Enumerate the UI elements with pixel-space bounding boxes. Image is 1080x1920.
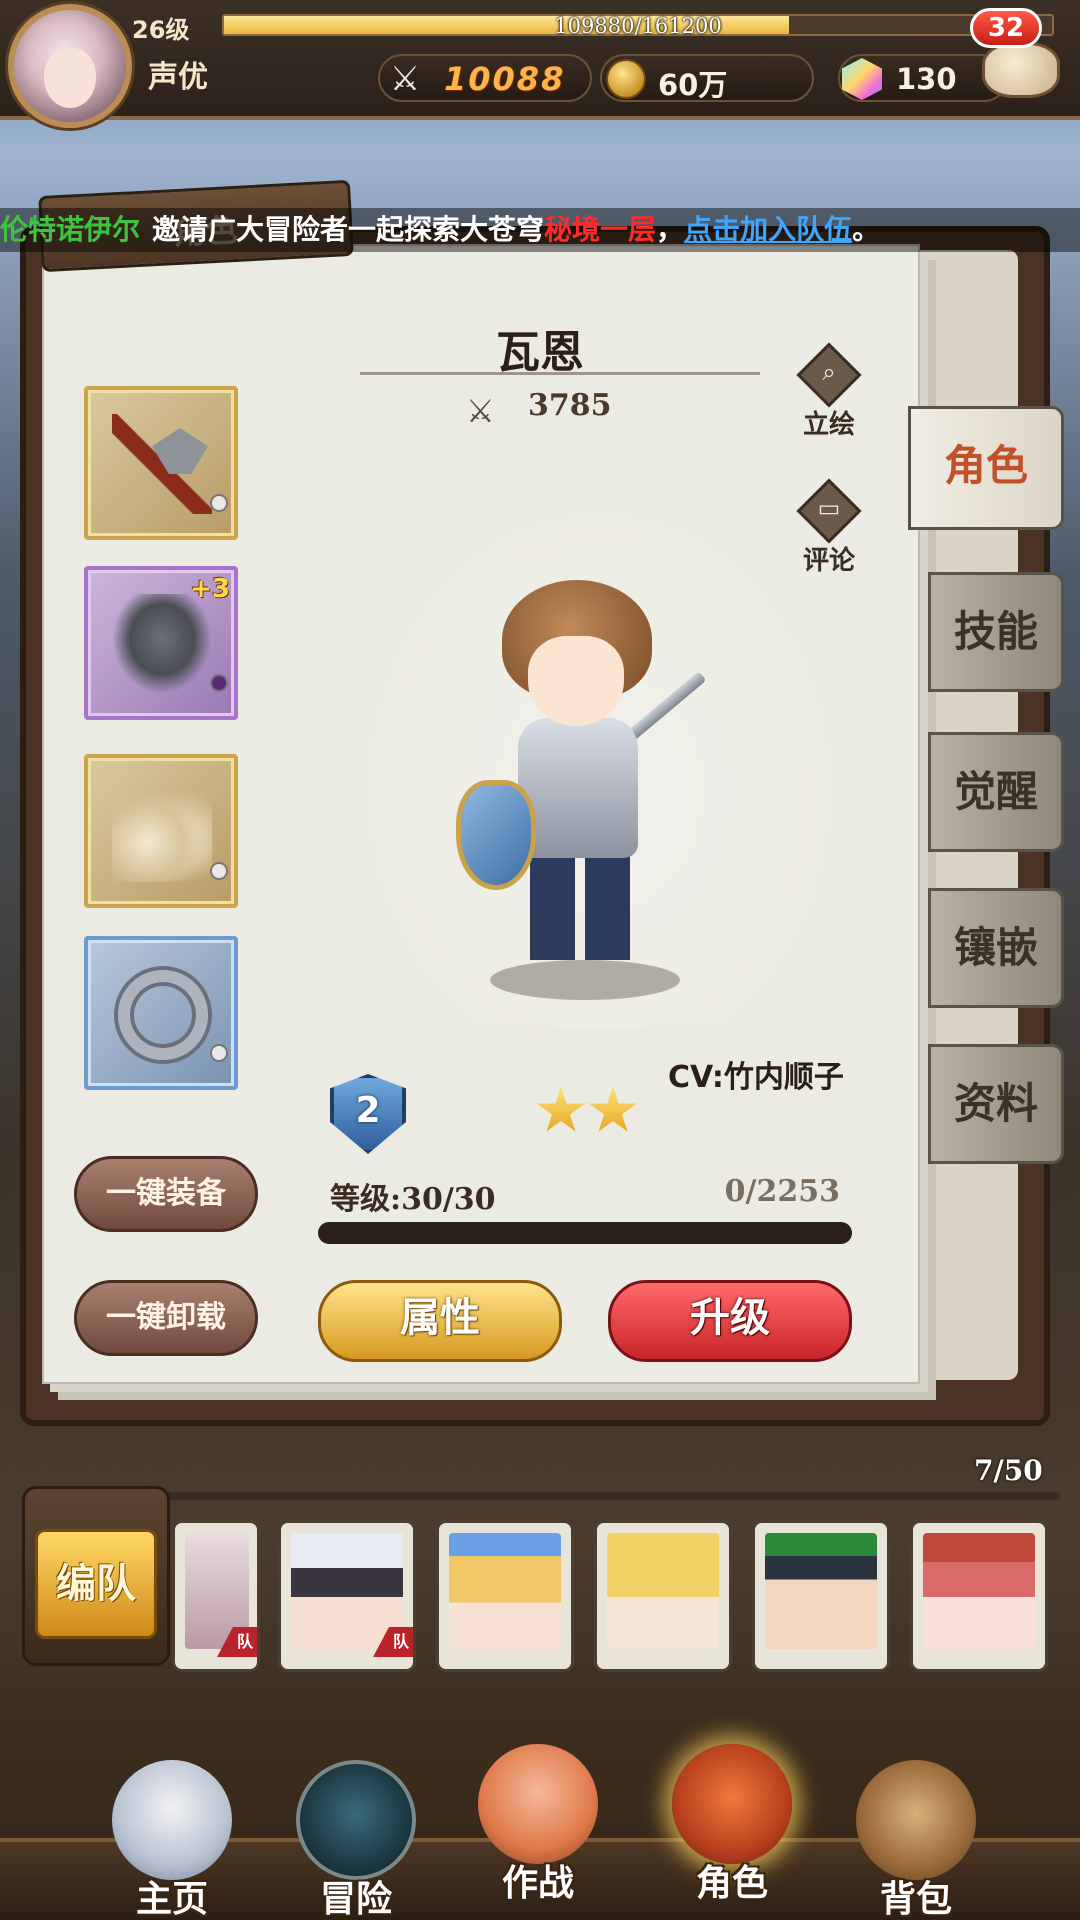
voice-actor-label: CV:竹内顺子: [668, 1060, 844, 1095]
crossed-swords-icon: ⚔: [466, 392, 495, 430]
gold-display[interactable]: 60万: [600, 54, 814, 102]
book-icon: [672, 1744, 792, 1864]
nav-battle-label: 作战: [501, 1863, 574, 1904]
boots-icon: [112, 782, 212, 882]
announcement-separator: ，: [656, 213, 685, 246]
hero-sprite[interactable]: [450, 580, 740, 1000]
hero-exp-bar: [318, 1222, 852, 1244]
portrait-button[interactable]: ⌕ 立绘: [794, 342, 864, 440]
gold-value: 60万: [658, 68, 728, 102]
nav-battle[interactable]: 作战: [458, 1744, 618, 1904]
announcement-end: 。: [852, 213, 881, 246]
hero-card[interactable]: [436, 1520, 574, 1672]
announcement-marquee: 伦特诺伊尔 邀请广大冒险者一起探索大苍穹秘境一层，点击加入队伍。: [0, 208, 1080, 252]
tab-awaken[interactable]: 觉醒: [928, 732, 1064, 852]
slot-indicator-dot: [210, 1044, 228, 1062]
backpack-icon: [856, 1760, 976, 1880]
player-avatar[interactable]: [8, 4, 132, 128]
shield-icon: [456, 780, 536, 890]
join-team-link[interactable]: 点击加入队伍: [684, 208, 852, 252]
portal-icon: [296, 1760, 416, 1880]
hero-card[interactable]: [910, 1520, 1048, 1672]
hero-shadow: [490, 960, 680, 1000]
announcement-location: 秘境一层: [544, 213, 657, 246]
hero-face: [528, 636, 624, 726]
hero-power: 3785: [528, 388, 612, 423]
magnifier-icon: ⌕: [822, 358, 836, 386]
hero-legs: [530, 850, 630, 960]
slot-indicator-dot: [210, 862, 228, 880]
crystal-icon: [842, 58, 882, 100]
nav-home-label: 主页: [135, 1879, 208, 1920]
chat-unread-badge: 32: [970, 8, 1042, 48]
battle-girl-icon: [478, 1744, 598, 1864]
nav-role[interactable]: 角色: [652, 1744, 812, 1904]
castle-icon: [112, 1760, 232, 1880]
player-name: 声优: [148, 60, 208, 95]
equipment-slot-armor[interactable]: +3: [84, 566, 238, 720]
nav-role-label: 角色: [695, 1863, 768, 1904]
power-value: 10088: [444, 60, 566, 98]
gem-value: 130: [896, 62, 957, 96]
coin-icon: [606, 59, 646, 99]
nav-bag-label: 背包: [879, 1879, 952, 1920]
tab-role[interactable]: 角色: [908, 406, 1064, 530]
battle-axe-icon: [112, 414, 212, 514]
power-display: ⚔ 10088: [378, 54, 592, 102]
hero-armor: [518, 718, 638, 858]
hero-level: 等级:30/30: [330, 1182, 496, 1217]
avatar-face: [44, 48, 96, 108]
roster-rail: [160, 1492, 1060, 1500]
chat-bubble-icon: [982, 42, 1060, 98]
hero-card[interactable]: [594, 1520, 732, 1672]
tab-inlay[interactable]: 镶嵌: [928, 888, 1064, 1008]
equipment-slot-weapon[interactable]: [84, 386, 238, 540]
tab-skills[interactable]: 技能: [928, 572, 1064, 692]
nav-bag[interactable]: 背包: [836, 1760, 996, 1920]
hero-portrait: [291, 1533, 403, 1649]
hero-exp: 0/2253: [724, 1174, 840, 1209]
hero-portrait: [923, 1533, 1035, 1649]
nav-adventure[interactable]: 冒险: [276, 1760, 436, 1920]
nav-adventure-label: 冒险: [319, 1879, 392, 1920]
chat-button[interactable]: 32: [970, 8, 1064, 102]
unequip-all-button[interactable]: 一键卸载: [74, 1280, 258, 1356]
equip-all-button[interactable]: 一键装备: [74, 1156, 258, 1232]
team-formation-button[interactable]: 编队: [22, 1486, 170, 1666]
hero-portrait: [449, 1533, 561, 1649]
hero-portrait: [765, 1533, 877, 1649]
hero-card[interactable]: 队: [278, 1520, 416, 1672]
hero-card[interactable]: 队: [172, 1520, 260, 1672]
name-divider: [360, 372, 760, 375]
roster-count: 7/50: [974, 1454, 1043, 1487]
nav-home[interactable]: 主页: [92, 1760, 252, 1920]
armor-enhance-level: +3: [190, 574, 230, 604]
announcement-player-name: 伦特诺伊尔: [0, 213, 141, 246]
experience-text: 109880/161200: [554, 14, 722, 38]
rank-number: 2: [355, 1090, 381, 1131]
ring-icon: [118, 970, 208, 1060]
crossed-swords-icon: ⚔: [389, 59, 421, 99]
player-level: 26级: [132, 16, 190, 44]
slot-indicator-dot: [210, 674, 228, 692]
equipment-slot-boots[interactable]: [84, 754, 238, 908]
armor-icon: [112, 594, 212, 694]
team-formation-label: 编队: [35, 1529, 157, 1639]
upgrade-button[interactable]: 升级: [608, 1280, 852, 1362]
experience-bar: 109880/161200: [222, 14, 1054, 38]
hero-name: 瓦恩: [496, 327, 584, 378]
slot-indicator-dot: [210, 494, 228, 512]
hero-card[interactable]: [752, 1520, 890, 1672]
tab-info[interactable]: 资料: [928, 1044, 1064, 1164]
hero-portrait: [607, 1533, 719, 1649]
equipment-slot-ring[interactable]: [84, 936, 238, 1090]
attributes-button[interactable]: 属性: [318, 1280, 562, 1362]
announcement-text: 邀请广大冒险者一起探索大苍穹: [152, 213, 545, 246]
